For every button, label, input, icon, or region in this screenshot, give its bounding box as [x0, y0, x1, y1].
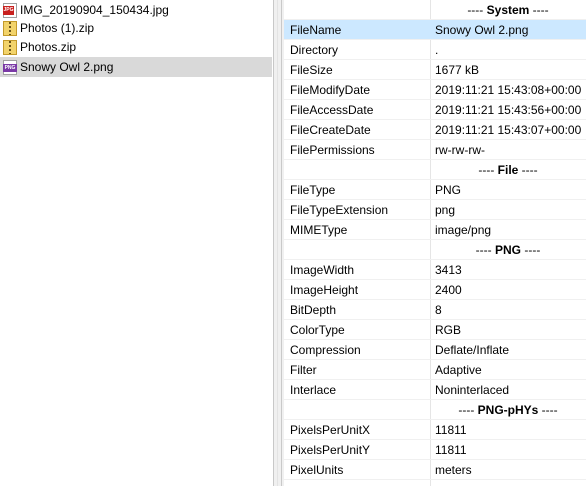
file-name: Photos.zip: [20, 40, 77, 54]
tag-value: RGB: [435, 323, 462, 337]
tag-value: .: [435, 43, 439, 57]
png-badge-label: PNG: [3, 63, 17, 72]
metadata-row[interactable]: ImageWidth 3413: [284, 260, 586, 280]
tag-name: Compression: [290, 343, 361, 357]
tag-name: ColorType: [290, 323, 345, 337]
zipper-mark: [9, 40, 11, 54]
tag-name: ImageHeight: [290, 283, 359, 297]
metadata-row[interactable]: PixelsPerUnitX 11811: [284, 420, 586, 440]
metadata-row[interactable]: BitDepth 8: [284, 300, 586, 320]
tag-name: Filter: [290, 363, 317, 377]
metadata-row[interactable]: Compression Deflate/Inflate: [284, 340, 586, 360]
group-header-label: System: [486, 3, 530, 17]
tag-name: Interlace: [290, 383, 337, 397]
group-header-label: PNG: [494, 243, 521, 257]
png-file-icon: PNG: [3, 59, 17, 75]
tag-name: PixelsPerUnitX: [290, 423, 371, 437]
tag-name: BitDepth: [290, 303, 337, 317]
tag-value: image/png: [435, 223, 492, 237]
jpg-file-icon: JPG: [3, 2, 17, 18]
tag-value: 2019:11:21 15:43:08+00:00: [435, 83, 582, 97]
metadata-row[interactable]: Directory.: [284, 40, 586, 60]
tag-name: MIMEType: [290, 223, 348, 237]
group-header: ---- PNG-pHYs ----: [458, 403, 558, 417]
metadata-row[interactable]: PixelsPerUnitY 11811: [284, 440, 586, 460]
file-list-item[interactable]: JPG IMG_20190904_150434.jpg: [0, 0, 272, 20]
tag-value: 2400: [435, 283, 462, 297]
zip-file-icon: [3, 20, 17, 36]
metadata-grid: ---- System ---- FileName Snowy Owl 2.png D…: [284, 0, 586, 486]
group-header-row: ---- System ----: [284, 0, 586, 20]
file-list-item[interactable]: Photos.zip: [0, 37, 272, 57]
metadata-row[interactable]: ImageHeight 2400: [284, 280, 586, 300]
tag-name: PixelUnits: [290, 463, 344, 477]
metadata-row[interactable]: Filter Adaptive: [284, 360, 586, 380]
tag-value: PNG: [435, 183, 462, 197]
tag-name: FileName: [290, 23, 342, 37]
tag-value: 8: [435, 303, 442, 317]
tag-value: Snowy Owl 2.png: [435, 23, 529, 37]
zip-file-icon: [3, 39, 17, 55]
metadata-row[interactable]: FileTypeExtension png: [284, 200, 586, 220]
metadata-row[interactable]: FileAccessDate 2019:11:21 15:43:56+00:00: [284, 100, 586, 120]
splitter-grip-line: [281, 0, 282, 486]
tag-value: rw-rw-rw-: [435, 143, 485, 157]
group-header-label: File: [497, 163, 519, 177]
file-name: IMG_20190904_150434.jpg: [20, 3, 169, 17]
tag-value: 2019:11:21 15:43:07+00:00: [435, 123, 582, 137]
metadata-row[interactable]: MIMEType image/png: [284, 220, 586, 240]
file-list-item[interactable]: Photos (1).zip: [0, 18, 272, 38]
tag-name: PixelsPerUnitY: [290, 443, 371, 457]
group-header-row: ---- PNG ----: [284, 240, 586, 260]
metadata-row[interactable]: FileName Snowy Owl 2.png: [284, 20, 586, 40]
tag-name: ImageWidth: [290, 263, 355, 277]
file-name: Photos (1).zip: [20, 21, 95, 35]
group-header: ---- System ----: [467, 3, 549, 17]
pane-splitter[interactable]: [273, 0, 284, 486]
tag-value: 11811: [435, 443, 467, 457]
file-list-item[interactable]: PNG Snowy Owl 2.png: [0, 57, 272, 77]
group-header-row: ---- PNG-pHYs ----: [284, 400, 586, 420]
tag-name: FileAccessDate: [290, 103, 374, 117]
tag-name: Directory: [290, 43, 339, 57]
metadata-row[interactable]: FileSize 1677 kB: [284, 60, 586, 80]
group-header: ---- File ----: [478, 163, 538, 177]
tag-value: 2019:11:21 15:43:56+00:00: [435, 103, 582, 117]
tag-value: png: [435, 203, 456, 217]
tag-name: FileType: [290, 183, 336, 197]
metadata-row[interactable]: FileModifyDate 2019:11:21 15:43:08+00:00: [284, 80, 586, 100]
metadata-row[interactable]: FilePermissions rw-rw-rw-: [284, 140, 586, 160]
metadata-row[interactable]: ColorType RGB: [284, 320, 586, 340]
tag-value: Deflate/Inflate: [435, 343, 510, 357]
tag-name: FileCreateDate: [290, 123, 371, 137]
file-list-pane: JPG IMG_20190904_150434.jpg Photos (1).zip…: [0, 0, 273, 486]
tag-value: 3413: [435, 263, 462, 277]
tag-name: FileSize: [290, 63, 333, 77]
zipper-mark: [9, 21, 11, 35]
tag-value: 11811: [435, 423, 467, 437]
tag-value: 1677 kB: [435, 63, 480, 77]
tag-name: FilePermissions: [290, 143, 375, 157]
metadata-row[interactable]: PixelUnits meters: [284, 460, 586, 480]
metadata-row[interactable]: Interlace Noninterlaced: [284, 380, 586, 400]
file-name: Snowy Owl 2.png: [20, 60, 114, 74]
group-header: ---- PNG ----: [475, 243, 541, 257]
tag-value: Adaptive: [435, 363, 482, 377]
metadata-row[interactable]: FileType PNG: [284, 180, 586, 200]
tag-value: Noninterlaced: [435, 383, 510, 397]
metadata-row[interactable]: FileCreateDate 2019:11:21 15:43:07+00:00: [284, 120, 586, 140]
tag-name: FileTypeExtension: [290, 203, 389, 217]
group-header-label: PNG-pHYs: [477, 403, 539, 417]
jpg-badge-label: JPG: [3, 5, 14, 15]
splitter-grip-line: [277, 0, 278, 486]
tag-name: FileModifyDate: [290, 83, 371, 97]
tag-value: meters: [435, 463, 472, 477]
group-header-row: ---- File ----: [284, 160, 586, 180]
